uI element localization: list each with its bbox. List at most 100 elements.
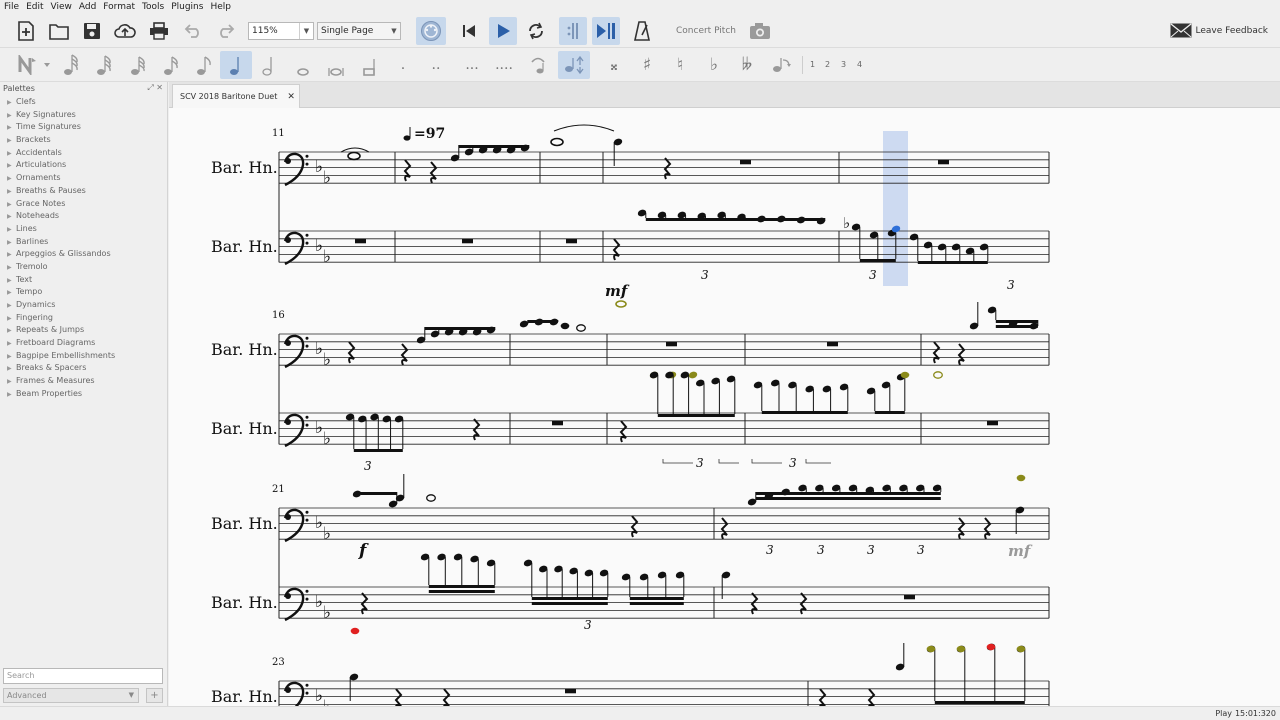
palette-item[interactable]: ▶ Arpeggios & Glissandos xyxy=(0,248,166,261)
augmentation-dot-button[interactable]: . xyxy=(392,51,414,79)
sharp-button[interactable]: ♯ xyxy=(636,51,658,79)
natural-button[interactable]: ♮ xyxy=(669,51,691,79)
voice-3-button[interactable]: 3 xyxy=(841,60,846,69)
menu-view[interactable]: View xyxy=(51,2,72,12)
flip-direction-icon[interactable] xyxy=(558,51,590,79)
double-sharp-button[interactable]: 𝄪 xyxy=(603,51,625,79)
workspace-select[interactable]: Advanced ▼ xyxy=(3,688,139,703)
note-whole-icon[interactable] xyxy=(292,51,314,79)
palette-item[interactable]: ▶ Frames & Measures xyxy=(0,375,166,388)
voice-1-button[interactable]: 1 xyxy=(810,60,815,69)
panel-controls-icon[interactable]: ⤢ ✕ xyxy=(147,83,163,93)
chevron-right-icon[interactable]: ▶ xyxy=(7,376,16,389)
palette-item[interactable]: ▶ Bagpipe Embellishments xyxy=(0,350,166,363)
add-workspace-button[interactable]: + xyxy=(146,688,163,703)
chevron-right-icon[interactable]: ▶ xyxy=(7,173,16,186)
chevron-down-icon[interactable]: ▼ xyxy=(299,23,313,39)
flat-button[interactable]: ♭ xyxy=(703,51,725,79)
chevron-right-icon[interactable]: ▶ xyxy=(7,97,16,110)
note-input-mode-button[interactable] xyxy=(14,51,54,79)
metronome-icon[interactable] xyxy=(629,17,655,45)
palette-item[interactable]: ▶ Tempo xyxy=(0,286,166,299)
view-mode-select[interactable]: Single Page ▼ xyxy=(317,22,401,40)
image-capture-icon[interactable] xyxy=(747,17,773,45)
palette-item[interactable]: ▶ Articulations xyxy=(0,159,166,172)
double-dot-button[interactable]: .. xyxy=(425,51,447,79)
chevron-down-icon[interactable]: ▼ xyxy=(388,27,400,35)
pan-score-icon[interactable] xyxy=(592,17,620,45)
menu-format[interactable]: Format xyxy=(103,2,135,12)
chevron-down-icon[interactable]: ▼ xyxy=(129,689,134,702)
note-64th-icon[interactable] xyxy=(93,51,115,79)
print-icon[interactable] xyxy=(146,17,172,45)
palette-item[interactable]: ▶ Dynamics xyxy=(0,299,166,312)
palette-item[interactable]: ▶ Time Signatures xyxy=(0,121,166,134)
note-breve-icon[interactable] xyxy=(325,51,347,79)
quadruple-dot-button[interactable]: .... xyxy=(490,51,518,79)
palette-item[interactable]: ▶ Beam Properties xyxy=(0,388,166,401)
chevron-right-icon[interactable]: ▶ xyxy=(7,224,16,237)
close-icon[interactable]: ✕ xyxy=(287,92,295,102)
palette-item[interactable]: ▶ Fretboard Diagrams xyxy=(0,337,166,350)
chevron-right-icon[interactable]: ▶ xyxy=(7,300,16,313)
palette-item[interactable]: ▶ Tremolo xyxy=(0,261,166,274)
double-flat-button[interactable]: 𝄫 xyxy=(736,51,758,79)
voice-4-button[interactable]: 4 xyxy=(857,60,862,69)
palette-item[interactable]: ▶ Breaks & Spacers xyxy=(0,362,166,375)
midi-input-icon[interactable] xyxy=(416,17,446,45)
menu-file[interactable]: File xyxy=(4,2,19,12)
palette-item[interactable]: ▶ Fingering xyxy=(0,312,166,325)
palette-item[interactable]: ▶ Brackets xyxy=(0,134,166,147)
undo-icon[interactable] xyxy=(180,17,206,45)
palette-item[interactable]: ▶ Text xyxy=(0,274,166,287)
palette-item[interactable]: ▶ Noteheads xyxy=(0,210,166,223)
score-tab[interactable]: SCV 2018 Baritone Duet ✕ xyxy=(172,84,300,108)
save-icon[interactable] xyxy=(79,17,105,45)
menu-tools[interactable]: Tools xyxy=(142,2,164,12)
triple-dot-button[interactable]: ... xyxy=(459,51,485,79)
flip-stem-icon[interactable] xyxy=(769,51,793,79)
palette-item[interactable]: ▶ Repeats & Jumps xyxy=(0,324,166,337)
chevron-right-icon[interactable]: ▶ xyxy=(7,135,16,148)
chevron-right-icon[interactable]: ▶ xyxy=(7,186,16,199)
palette-item[interactable]: ▶ Key Signatures xyxy=(0,109,166,122)
play-icon[interactable] xyxy=(489,17,517,45)
open-folder-icon[interactable] xyxy=(46,17,72,45)
loop-icon[interactable] xyxy=(523,17,549,45)
score-canvas[interactable]: 11 Bar. Hn. ♭ ♭ Bar. Hn. ♭ ♭ 16 Bar. Hn. ♭ ♭ Bar. H… xyxy=(169,108,1280,706)
menu-edit[interactable]: Edit xyxy=(26,2,43,12)
concert-pitch-toggle[interactable]: Concert Pitch xyxy=(676,26,736,36)
note-128th-icon[interactable] xyxy=(60,51,82,79)
note-16th-icon[interactable] xyxy=(160,51,182,79)
chevron-right-icon[interactable]: ▶ xyxy=(7,262,16,275)
repeat-playback-icon[interactable] xyxy=(559,17,587,45)
palette-item[interactable]: ▶ Barlines xyxy=(0,236,166,249)
chevron-right-icon[interactable]: ▶ xyxy=(7,389,16,402)
note-half-icon[interactable] xyxy=(258,51,280,79)
leave-feedback-button[interactable]: Leave Feedback xyxy=(1170,23,1268,38)
zoom-select[interactable]: 115% ▼ xyxy=(248,22,314,40)
palette-item[interactable]: ▶ Breaths & Pauses xyxy=(0,185,166,198)
cloud-upload-icon[interactable] xyxy=(112,17,138,45)
tie-icon[interactable] xyxy=(527,51,549,79)
palette-search-input[interactable]: Search xyxy=(3,668,163,684)
new-score-icon[interactable] xyxy=(13,17,39,45)
palette-item[interactable]: ▶ Clefs xyxy=(0,96,166,109)
note-longa-icon[interactable] xyxy=(358,51,380,79)
chevron-right-icon[interactable]: ▶ xyxy=(7,338,16,351)
redo-icon[interactable] xyxy=(213,17,239,45)
palette-item[interactable]: ▶ Grace Notes xyxy=(0,198,166,211)
note-32nd-icon[interactable] xyxy=(127,51,149,79)
palette-item[interactable]: ▶ Ornaments xyxy=(0,172,166,185)
score-sheet[interactable]: 11Bar. Hn. ♭♭Bar. Hn. ♭♭16Bar. Hn. ♭♭Bar. H… xyxy=(169,108,1280,706)
menu-help[interactable]: Help xyxy=(210,2,231,12)
menu-plugins[interactable]: Plugins xyxy=(171,2,203,12)
note-quarter-icon[interactable] xyxy=(220,51,252,79)
voice-2-button[interactable]: 2 xyxy=(825,60,830,69)
palette-item[interactable]: ▶ Lines xyxy=(0,223,166,236)
note-eighth-icon[interactable] xyxy=(193,51,215,79)
palette-item[interactable]: ▶ Accidentals xyxy=(0,147,166,160)
menu-add[interactable]: Add xyxy=(79,2,96,12)
rewind-icon[interactable] xyxy=(456,17,482,45)
chevron-right-icon[interactable]: ▶ xyxy=(7,211,16,224)
